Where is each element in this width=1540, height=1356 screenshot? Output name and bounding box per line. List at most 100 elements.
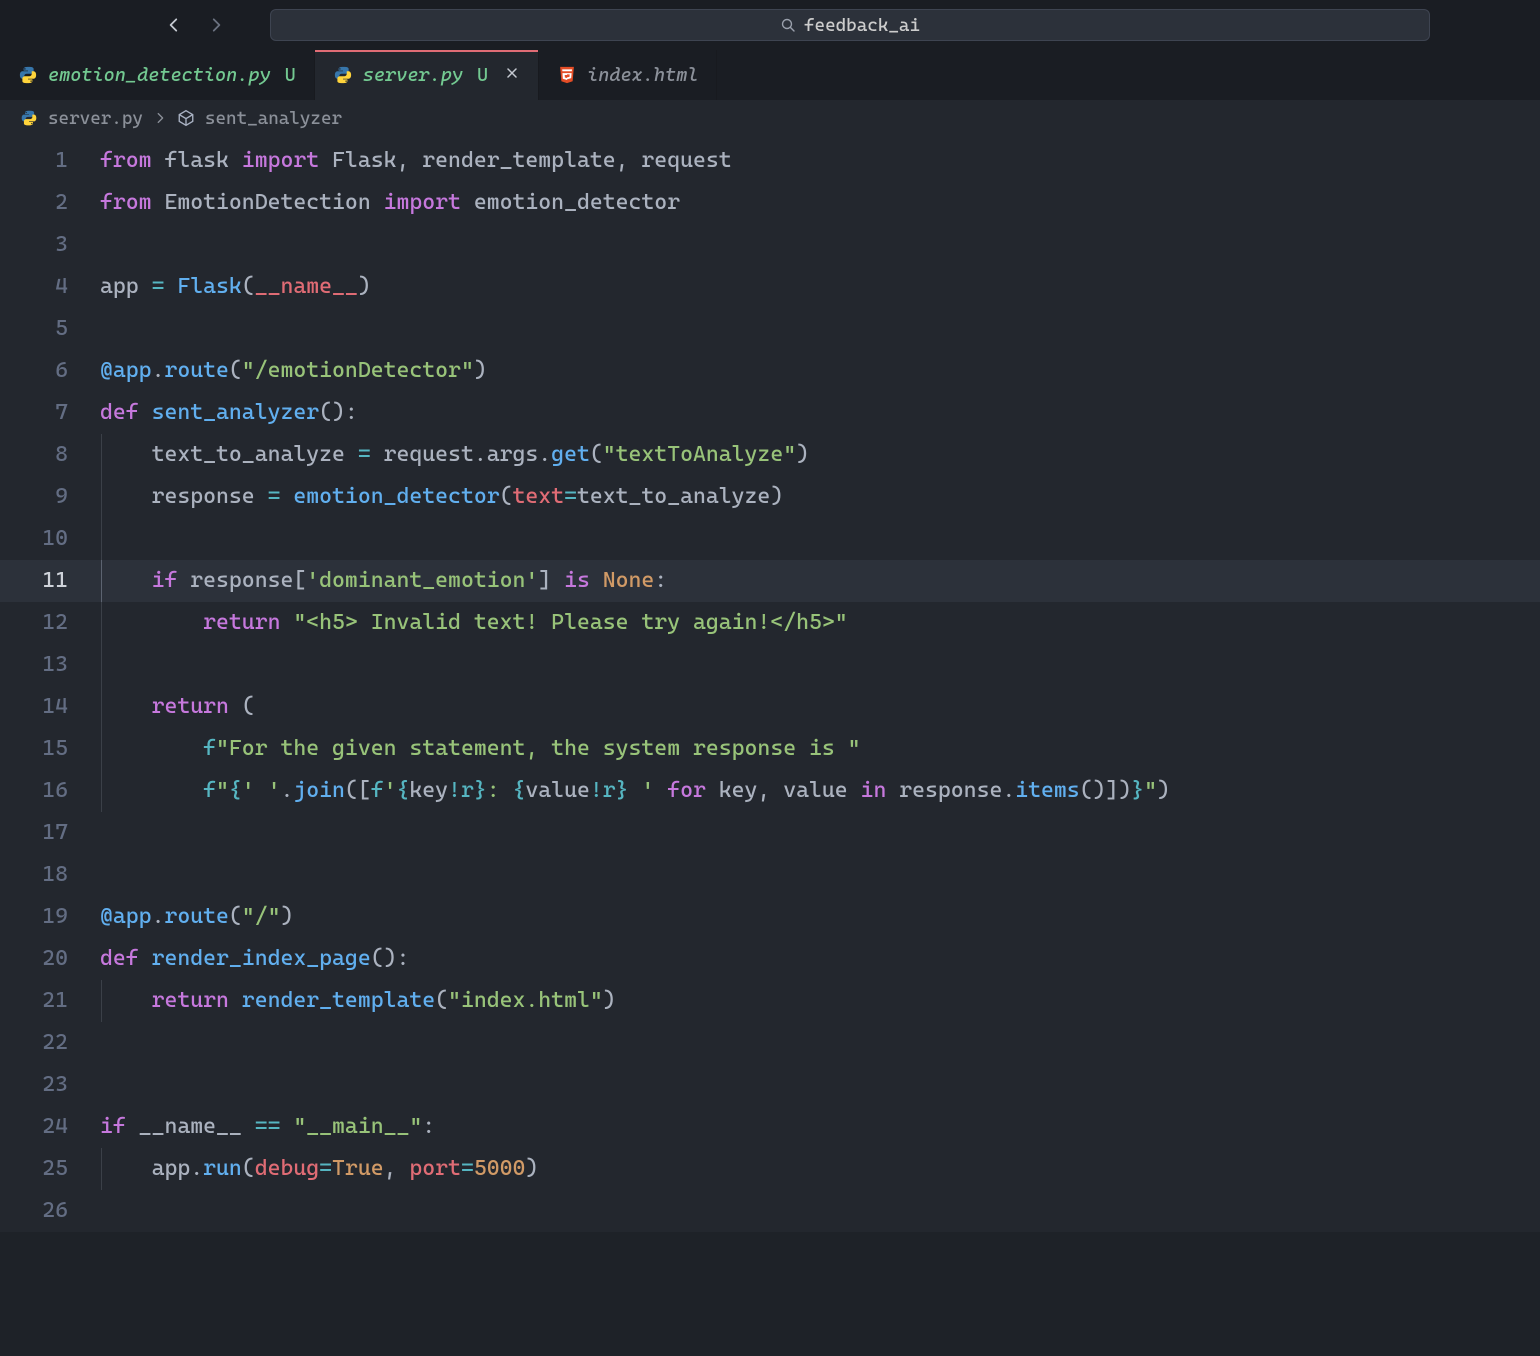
line-content[interactable]: [100, 518, 152, 560]
line-content[interactable]: from EmotionDetection import emotion_det…: [100, 182, 680, 224]
breadcrumb[interactable]: server.py sent_analyzer: [0, 100, 1540, 136]
code-line-3[interactable]: 3: [0, 224, 1540, 266]
tab-server[interactable]: server.py U: [315, 50, 539, 100]
line-number: 26: [0, 1190, 100, 1232]
code-line-9[interactable]: 9 response = emotion_detector(text=text_…: [0, 476, 1540, 518]
line-content[interactable]: from flask import Flask, render_template…: [100, 140, 732, 182]
line-content[interactable]: def render_index_page():: [100, 938, 409, 980]
arrow-right-icon: [207, 16, 225, 34]
line-number: 10: [0, 518, 100, 560]
line-number: 19: [0, 896, 100, 938]
line-content[interactable]: return (: [100, 686, 255, 728]
search-text: feedback_ai: [804, 15, 920, 36]
breadcrumb-symbol[interactable]: sent_analyzer: [205, 108, 342, 129]
code-line-10[interactable]: 10: [0, 518, 1540, 560]
code-line-2[interactable]: 2from EmotionDetection import emotion_de…: [0, 182, 1540, 224]
code-line-4[interactable]: 4app = Flask(__name__): [0, 266, 1540, 308]
code-line-15[interactable]: 15 f"For the given statement, the system…: [0, 728, 1540, 770]
close-icon: [504, 65, 520, 81]
line-number: 14: [0, 686, 100, 728]
code-line-11[interactable]: 11 if response['dominant_emotion'] is No…: [0, 560, 1540, 602]
line-number: 9: [0, 476, 100, 518]
line-content[interactable]: return render_template("index.html"): [100, 980, 616, 1022]
nav-arrows: [164, 15, 226, 35]
tab-index-html[interactable]: index.html: [539, 50, 717, 100]
html-icon: [557, 65, 577, 85]
line-number: 11: [0, 560, 100, 602]
code-line-13[interactable]: 13: [0, 644, 1540, 686]
code-line-22[interactable]: 22: [0, 1022, 1540, 1064]
line-number: 13: [0, 644, 100, 686]
code-line-8[interactable]: 8 text_to_analyze = request.args.get("te…: [0, 434, 1540, 476]
line-number: 6: [0, 350, 100, 392]
line-number: 2: [0, 182, 100, 224]
code-line-14[interactable]: 14 return (: [0, 686, 1540, 728]
line-number: 12: [0, 602, 100, 644]
line-number: 5: [0, 308, 100, 350]
nav-back-button[interactable]: [164, 15, 184, 35]
line-number: 22: [0, 1022, 100, 1064]
line-number: 16: [0, 770, 100, 812]
python-icon: [333, 65, 353, 85]
command-center-search[interactable]: feedback_ai: [270, 9, 1430, 41]
search-icon: [780, 17, 796, 33]
title-bar: feedback_ai: [0, 0, 1540, 50]
line-number: 15: [0, 728, 100, 770]
line-content[interactable]: response = emotion_detector(text=text_to…: [100, 476, 783, 518]
code-line-20[interactable]: 20def render_index_page():: [0, 938, 1540, 980]
line-number: 8: [0, 434, 100, 476]
arrow-left-icon: [165, 16, 183, 34]
code-line-6[interactable]: 6@app.route("/emotionDetector"): [0, 350, 1540, 392]
line-content[interactable]: if __name__ == "__main__":: [100, 1106, 435, 1148]
chevron-right-icon: [153, 111, 167, 125]
line-content[interactable]: app = Flask(__name__): [100, 266, 371, 308]
line-number: 18: [0, 854, 100, 896]
line-number: 7: [0, 392, 100, 434]
line-content[interactable]: @app.route("/"): [100, 896, 293, 938]
line-content[interactable]: f"For the given statement, the system re…: [100, 728, 861, 770]
line-content[interactable]: def sent_analyzer():: [100, 392, 358, 434]
tab-bar: emotion_detection.py U server.py U index…: [0, 50, 1540, 100]
line-number: 20: [0, 938, 100, 980]
nav-forward-button[interactable]: [206, 15, 226, 35]
line-number: 3: [0, 224, 100, 266]
symbol-function-icon: [177, 109, 195, 127]
tab-label: server.py: [363, 64, 463, 86]
tab-status: U: [285, 64, 296, 86]
python-icon: [18, 65, 38, 85]
code-editor[interactable]: 1from flask import Flask, render_templat…: [0, 136, 1540, 1232]
line-content[interactable]: text_to_analyze = request.args.get("text…: [100, 434, 809, 476]
code-line-17[interactable]: 17: [0, 812, 1540, 854]
line-content[interactable]: app.run(debug=True, port=5000): [100, 1148, 538, 1190]
line-content[interactable]: return "<h5> Invalid text! Please try ag…: [100, 602, 848, 644]
line-content[interactable]: [100, 644, 152, 686]
line-number: 1: [0, 140, 100, 182]
code-line-12[interactable]: 12 return "<h5> Invalid text! Please try…: [0, 602, 1540, 644]
code-line-24[interactable]: 24if __name__ == "__main__":: [0, 1106, 1540, 1148]
line-number: 4: [0, 266, 100, 308]
code-line-21[interactable]: 21 return render_template("index.html"): [0, 980, 1540, 1022]
tab-label: index.html: [587, 64, 698, 86]
tab-label: emotion_detection.py: [48, 64, 271, 86]
tab-status: U: [477, 64, 488, 86]
line-content[interactable]: f"{' '.join([f'{key!r}: {value!r} ' for …: [100, 770, 1170, 812]
code-line-18[interactable]: 18: [0, 854, 1540, 896]
code-line-5[interactable]: 5: [0, 308, 1540, 350]
line-content[interactable]: if response['dominant_emotion'] is None:: [100, 560, 667, 602]
line-number: 24: [0, 1106, 100, 1148]
line-number: 23: [0, 1064, 100, 1106]
line-number: 17: [0, 812, 100, 854]
code-line-16[interactable]: 16 f"{' '.join([f'{key!r}: {value!r} ' f…: [0, 770, 1540, 812]
code-line-7[interactable]: 7def sent_analyzer():: [0, 392, 1540, 434]
python-icon: [20, 109, 38, 127]
code-line-19[interactable]: 19@app.route("/"): [0, 896, 1540, 938]
code-line-23[interactable]: 23: [0, 1064, 1540, 1106]
breadcrumb-file[interactable]: server.py: [48, 108, 143, 129]
code-line-1[interactable]: 1from flask import Flask, render_templat…: [0, 140, 1540, 182]
line-number: 21: [0, 980, 100, 1022]
code-line-26[interactable]: 26: [0, 1190, 1540, 1232]
tab-emotion-detection[interactable]: emotion_detection.py U: [0, 50, 315, 100]
line-content[interactable]: @app.route("/emotionDetector"): [100, 350, 487, 392]
code-line-25[interactable]: 25 app.run(debug=True, port=5000): [0, 1148, 1540, 1190]
tab-close-button[interactable]: [504, 64, 520, 86]
